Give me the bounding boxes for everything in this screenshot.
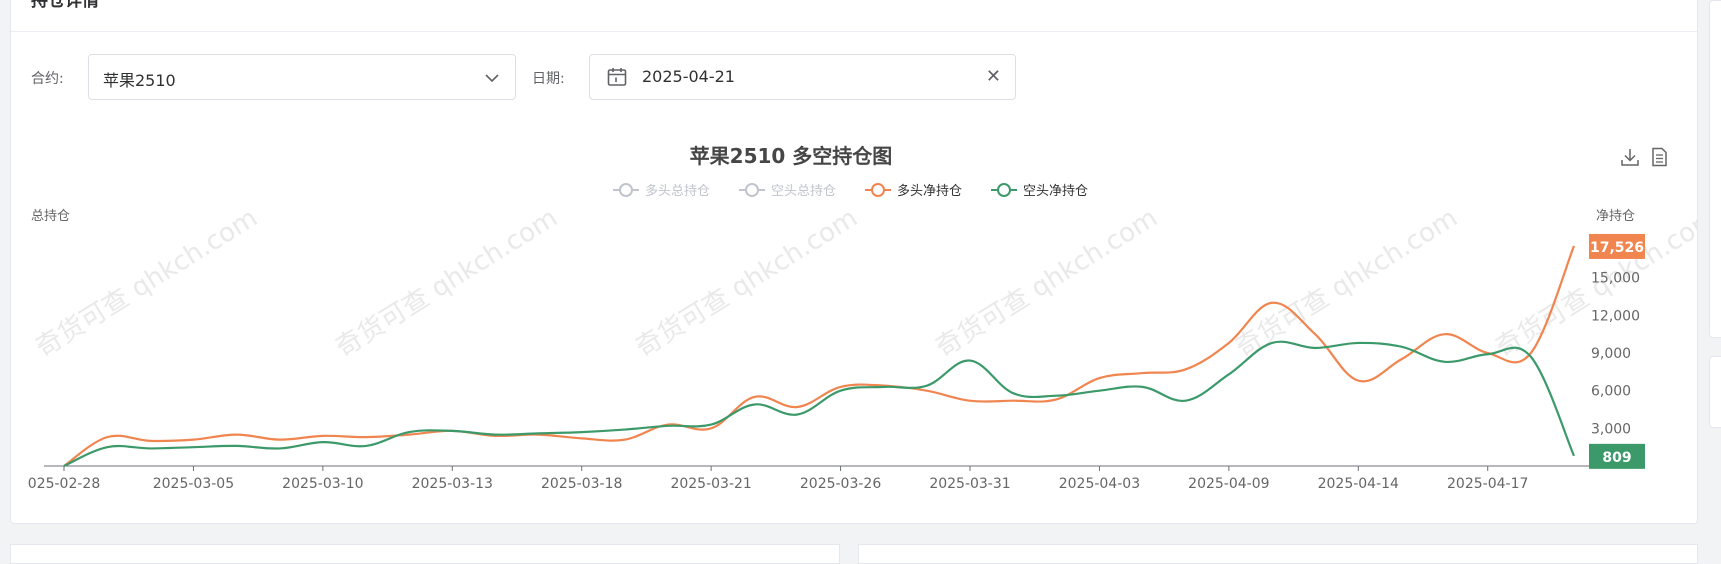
position-detail-card: 持仓详情 合约: 苹果2510 日期: 2025-04-21 ✕ 奇货可查 qh… [10, 0, 1698, 524]
legend-swatch-dot [745, 183, 759, 197]
x-tick-label: 2025-03-31 [929, 476, 1010, 492]
x-tick-label: 2025-03-21 [670, 476, 751, 492]
x-tick-label: 2025-04-14 [1318, 476, 1399, 492]
y-tick-label: 15,000 [1591, 271, 1640, 287]
x-tick-label: 2025-04-17 [1447, 476, 1528, 492]
bottom-card-left [10, 544, 840, 564]
chart-title: 苹果2510 多空持仓图 [690, 144, 893, 168]
watermark-text: 奇货可查 qhkch.com [331, 203, 563, 364]
legend-label: 空头总持仓 [771, 184, 836, 199]
x-tick-label: 2025-03-05 [153, 476, 234, 492]
legend-swatch-dot [997, 183, 1011, 197]
y-tick-label: 3,000 [1591, 421, 1631, 437]
side-panel-edge [1709, 0, 1721, 338]
legend-item[interactable]: 空头净持仓 [991, 183, 1088, 199]
y-tick-label: 6,000 [1591, 384, 1631, 400]
end-value-label: 809 [1589, 443, 1645, 469]
x-axis: 025-02-28 2025-03-05 2025-03-10 2025-03-13 2… [28, 465, 1589, 492]
chart-legend: 多头总持仓 空头总持仓 多头净持仓 空头净持仓 [613, 183, 1088, 199]
x-tick-label: 2025-04-03 [1059, 476, 1140, 492]
legend-item[interactable]: 多头净持仓 [865, 183, 962, 199]
legend-swatch-dot [619, 183, 633, 197]
x-tick-label: 2025-03-18 [541, 476, 622, 492]
position-chart: 奇货可查 qhkch.com 奇货可查 qhkch.com 奇货可查 qhkch.c… [28, 144, 1697, 492]
watermark-text: 奇货可查 qhkch.com [31, 203, 263, 364]
y-tick-label: 9,000 [1591, 346, 1631, 362]
watermark-layer: 奇货可查 qhkch.com 奇货可查 qhkch.com 奇货可查 qhkch.c… [31, 203, 1697, 364]
x-tick-label: 2025-03-13 [412, 476, 493, 492]
legend-label: 空头净持仓 [1023, 184, 1088, 199]
x-tick-label: 025-02-28 [28, 476, 100, 492]
y-axis-right-label: 净持仓 [1596, 209, 1635, 224]
legend-item[interactable]: 空头总持仓 [739, 183, 836, 199]
y-axis-left-label: 总持仓 [31, 209, 70, 224]
x-tick-label: 2025-04-09 [1188, 476, 1269, 492]
legend-swatch-dot [871, 183, 885, 197]
end-value-label: 17,526 [1589, 233, 1645, 259]
y-tick-label: 12,000 [1591, 308, 1640, 324]
bottom-card-right [858, 544, 1698, 564]
side-panel-edge-2 [1709, 356, 1721, 428]
watermark-text: 奇货可查 qhkch.com [631, 203, 863, 364]
legend-label: 多头净持仓 [897, 183, 962, 199]
end-value-text: 809 [1602, 450, 1631, 466]
short-net-position-line [63, 340, 1576, 468]
end-value-text: 17,526 [1590, 240, 1644, 256]
watermark-text: 奇货可查 qhkch.com [931, 203, 1163, 364]
x-tick-label: 2025-03-10 [282, 476, 363, 492]
legend-label: 多头总持仓 [645, 183, 710, 199]
x-tick-label: 2025-03-26 [800, 476, 881, 492]
legend-item[interactable]: 多头总持仓 [613, 183, 710, 199]
